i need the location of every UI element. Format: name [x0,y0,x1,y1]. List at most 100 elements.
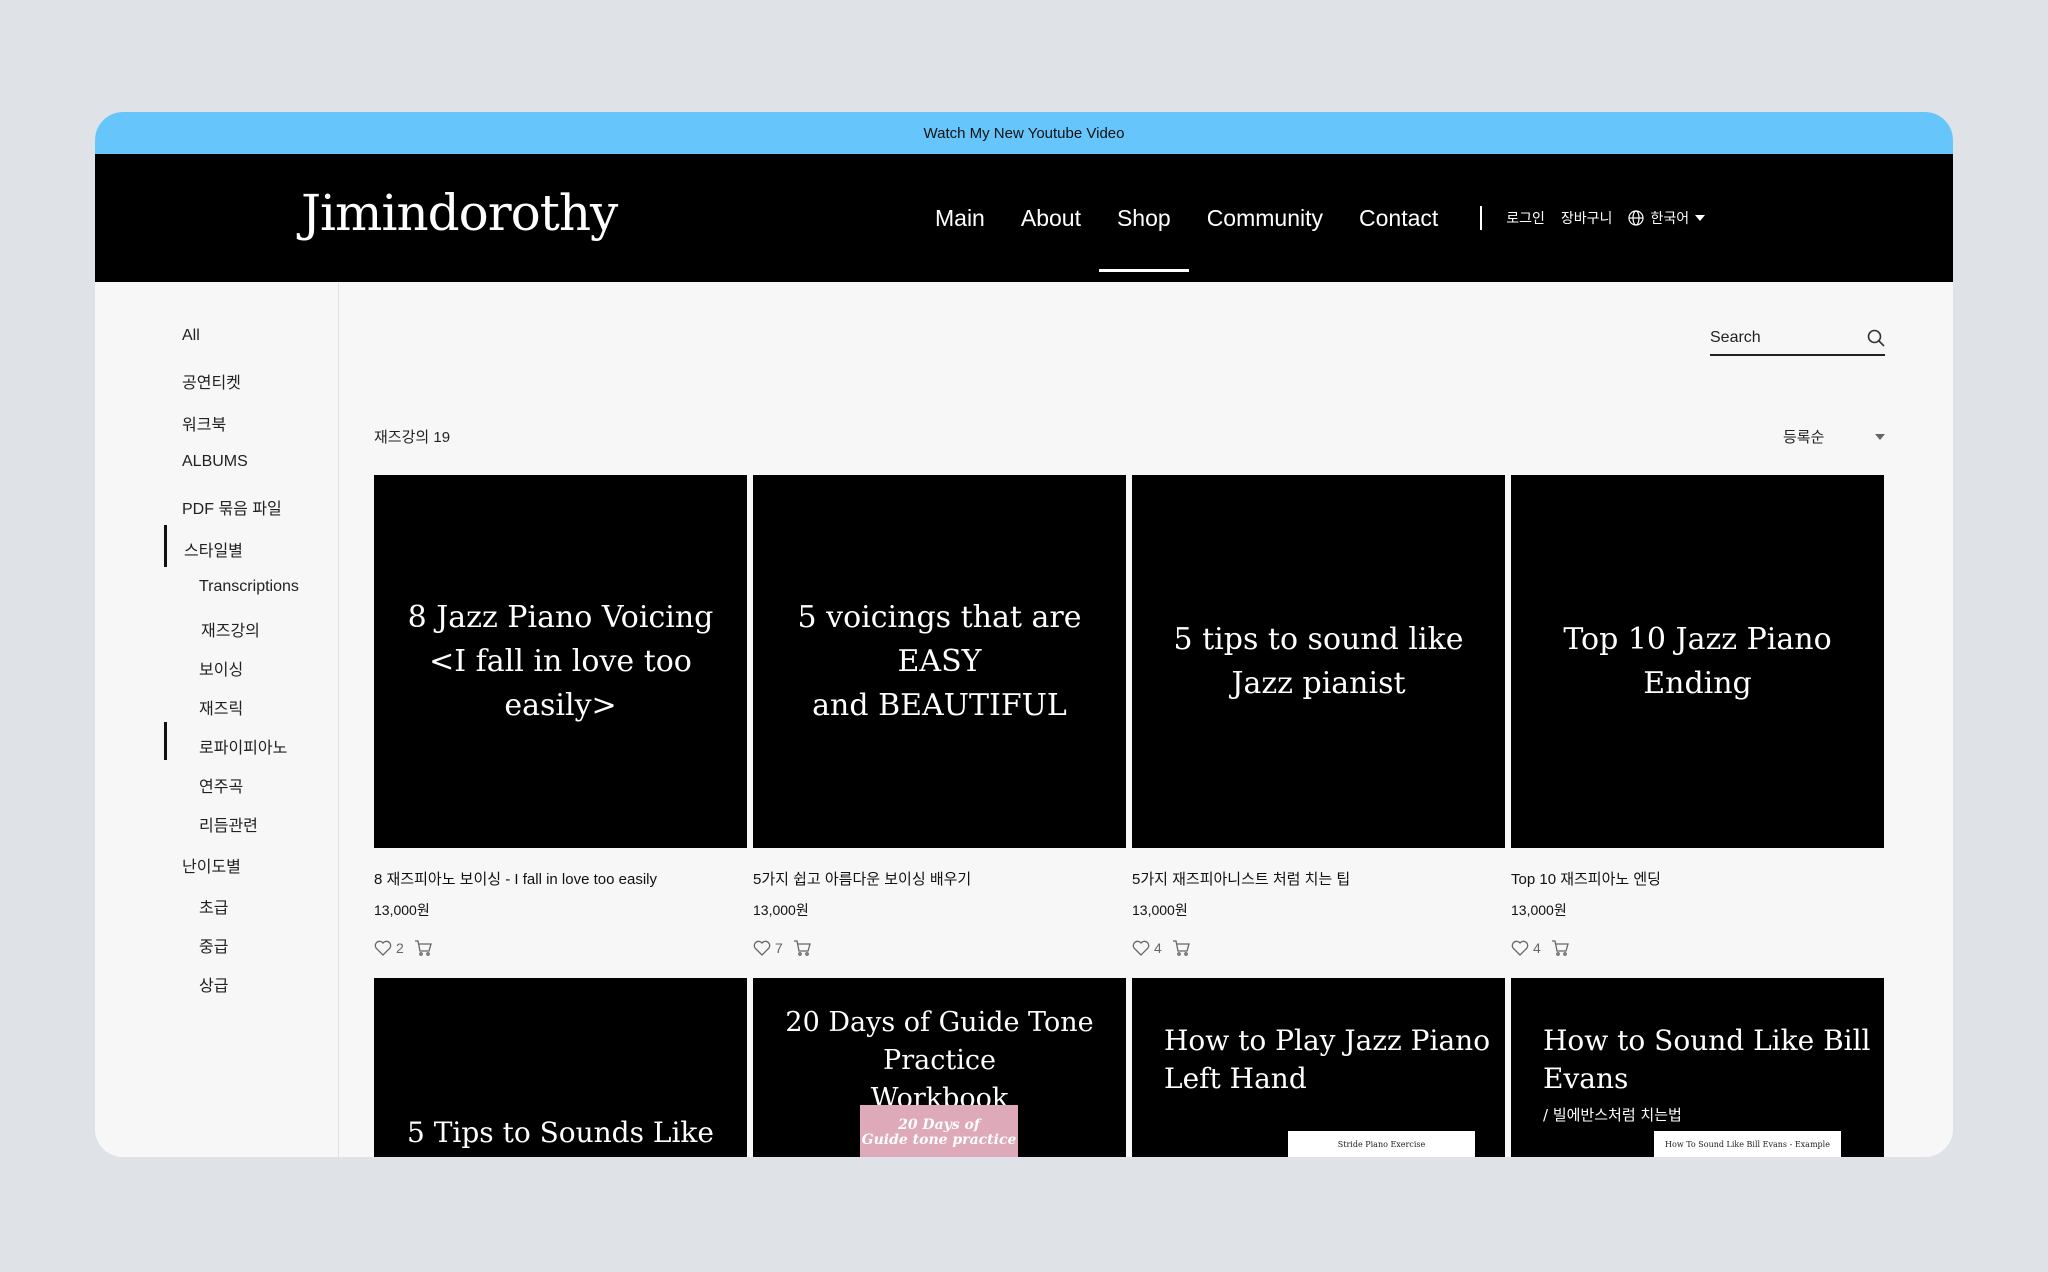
sheet-music-preview: How To Sound Like Bill Evans - Example V… [1654,1131,1841,1157]
login-link[interactable]: 로그인 [1506,208,1545,228]
thumbnail-title: How to Sound Like Bill Evans [1543,1024,1871,1095]
thumbnail-title: 5 Tips to Sounds Like [407,1116,714,1149]
category-jazz-lessons[interactable]: 재즈강의 [201,617,260,641]
like-count: 4 [1154,940,1162,956]
category-performance[interactable]: 연주곡 [199,773,243,797]
site-header: Jimindorothy Main About Shop Community C… [95,154,1953,282]
nav-divider [1480,206,1483,230]
product-title[interactable]: 5가지 재즈피아니스트 처럼 치는 팁 [1132,868,1505,889]
sort-label: 등록순 [1783,429,1825,446]
cart-icon[interactable] [1172,940,1190,956]
heart-icon[interactable] [1511,940,1529,956]
category-workbook[interactable]: 워크북 [182,411,226,435]
promo-banner[interactable]: Watch My New Youtube Video [95,112,1953,154]
heart-icon[interactable] [1132,940,1150,956]
product-price: 13,000원 [1511,902,1567,918]
category-albums[interactable]: ALBUMS [182,453,248,471]
thumbnail-subtitle: / 빌에반스처럼 치는법 [1543,1106,1682,1124]
cart-link[interactable]: 장바구니 [1561,208,1613,228]
product-area: Search 재즈강의 19 등록순 8 Jazz Piano Voicing <… [339,282,1953,1157]
product-card: 5 tips to sound like Jazz pianist 5가지 재즈피… [1132,475,1505,956]
active-category-indicator [164,722,167,760]
heart-icon[interactable] [374,940,392,956]
thumbnail-title: 8 Jazz Piano Voicing [407,599,714,635]
product-card: 5 voicings that are EASY and BEAUTIFUL 5가… [753,475,1126,956]
category-intermediate[interactable]: 중급 [199,933,228,957]
category-advanced[interactable]: 상급 [199,972,228,996]
like-count: 4 [1533,940,1541,956]
thumbnail-title: 5 voicings that are EASY [797,599,1082,679]
product-price: 13,000원 [753,902,809,918]
product-price: 13,000원 [1132,902,1188,918]
thumbnail-subtitle: <I fall in love too easily> [429,643,692,723]
search-icon[interactable] [1867,329,1885,347]
product-title[interactable]: 8 재즈피아노 보이싱 - I fall in love too easily [374,868,747,889]
cover-line: 20 Days of [898,1117,980,1133]
product-thumbnail[interactable]: 20 Days of Guide Tone Practice Workbook … [753,978,1126,1157]
language-label: 한국어 [1650,210,1690,226]
category-by-level[interactable]: 난이도별 [182,853,241,877]
product-card: Top 10 Jazz Piano Ending Top 10 재즈피아노 엔딩… [1511,475,1884,956]
chevron-down-icon [1875,433,1885,440]
product-thumbnail[interactable]: 8 Jazz Piano Voicing <I fall in love too … [374,475,747,848]
sheet-music-preview: Stride Piano Exercise [1288,1131,1475,1157]
heart-icon[interactable] [753,940,771,956]
category-rhythm[interactable]: 리듬관련 [199,812,258,836]
site-logo[interactable]: Jimindorothy [301,184,618,242]
product-price: 13,000원 [374,902,430,918]
thumbnail-subtitle: and BEAUTIFUL [812,687,1067,723]
product-title[interactable]: Top 10 재즈피아노 엔딩 [1511,868,1884,889]
category-by-style[interactable]: 스타일별 [184,537,243,561]
product-card: 20 Days of Guide Tone Practice Workbook … [753,978,1126,1157]
nav-shop[interactable]: Shop [1099,154,1189,282]
product-actions: 4 [1511,940,1884,956]
thumbnail-subtitle: Jazz pianist [1231,665,1406,701]
thumbnail-title: 5 tips to sound like [1173,621,1464,657]
category-all[interactable]: All [182,327,200,345]
category-tickets[interactable]: 공연티켓 [182,369,241,393]
product-title[interactable]: 5가지 쉽고 아름다운 보이싱 배우기 [753,868,1126,889]
cart-icon[interactable] [414,940,432,956]
product-card: How to Play Jazz Piano Left Hand Stride … [1132,978,1505,1157]
category-transcriptions[interactable]: Transcriptions [199,578,299,596]
category-lofi-piano[interactable]: 로파이피아노 [199,734,287,758]
browser-window: Watch My New Youtube Video Jimindorothy … [95,112,1953,1157]
product-thumbnail[interactable]: Top 10 Jazz Piano Ending [1511,475,1884,848]
category-voicing[interactable]: 보이싱 [199,656,243,680]
nav-contact[interactable]: Contact [1359,154,1438,282]
cart-icon[interactable] [1551,940,1569,956]
thumbnail-title: 20 Days of Guide Tone Practice [785,1007,1094,1076]
search-input[interactable]: Search [1710,329,1761,347]
cart-icon[interactable] [793,940,811,956]
category-sidebar: All 공연티켓 워크북 ALBUMS PDF 묶음 파일 스타일별 Trans… [95,282,339,1157]
category-beginner[interactable]: 초급 [199,894,228,918]
product-actions: 4 [1132,940,1505,956]
promo-text[interactable]: Watch My New Youtube Video [924,125,1125,142]
product-card: How to Sound Like Bill Evans / 빌에반스처럼 치는… [1511,978,1884,1157]
product-thumbnail[interactable]: How to Play Jazz Piano Left Hand Stride … [1132,978,1505,1157]
workbook-cover: 20 Days of Guide tone practice [860,1105,1018,1157]
search-box[interactable]: Search [1710,322,1885,356]
product-actions: 2 [374,940,747,956]
nav-about[interactable]: About [1021,154,1081,282]
sort-dropdown[interactable]: 등록순 [1783,426,1885,447]
category-jazz-licks[interactable]: 재즈릭 [199,695,243,719]
product-thumbnail[interactable]: 5 Tips to Sounds Like [374,978,747,1157]
language-selector[interactable]: 한국어 [1628,208,1706,228]
product-thumbnail[interactable]: 5 tips to sound like Jazz pianist [1132,475,1505,848]
globe-icon [1628,210,1645,226]
main-nav: Main About Shop Community Contact 로그인 장바… [935,154,1706,282]
product-card: 5 Tips to Sounds Like [374,978,747,1157]
thumbnail-subtitle: Left Hand [1164,1062,1307,1095]
product-actions: 7 [753,940,1126,956]
product-thumbnail[interactable]: 5 voicings that are EASY and BEAUTIFUL [753,475,1126,848]
cover-line: Guide tone practice [861,1132,1017,1148]
result-count: 재즈강의 19 [374,429,451,446]
thumbnail-title: How to Play Jazz Piano [1164,1024,1491,1057]
nav-main[interactable]: Main [935,154,985,282]
nav-community[interactable]: Community [1207,154,1323,282]
chevron-down-icon [1695,215,1706,221]
active-section-indicator [164,525,167,567]
product-thumbnail[interactable]: How to Sound Like Bill Evans / 빌에반스처럼 치는… [1511,978,1884,1157]
category-pdf-bundle[interactable]: PDF 묶음 파일 [182,495,282,519]
